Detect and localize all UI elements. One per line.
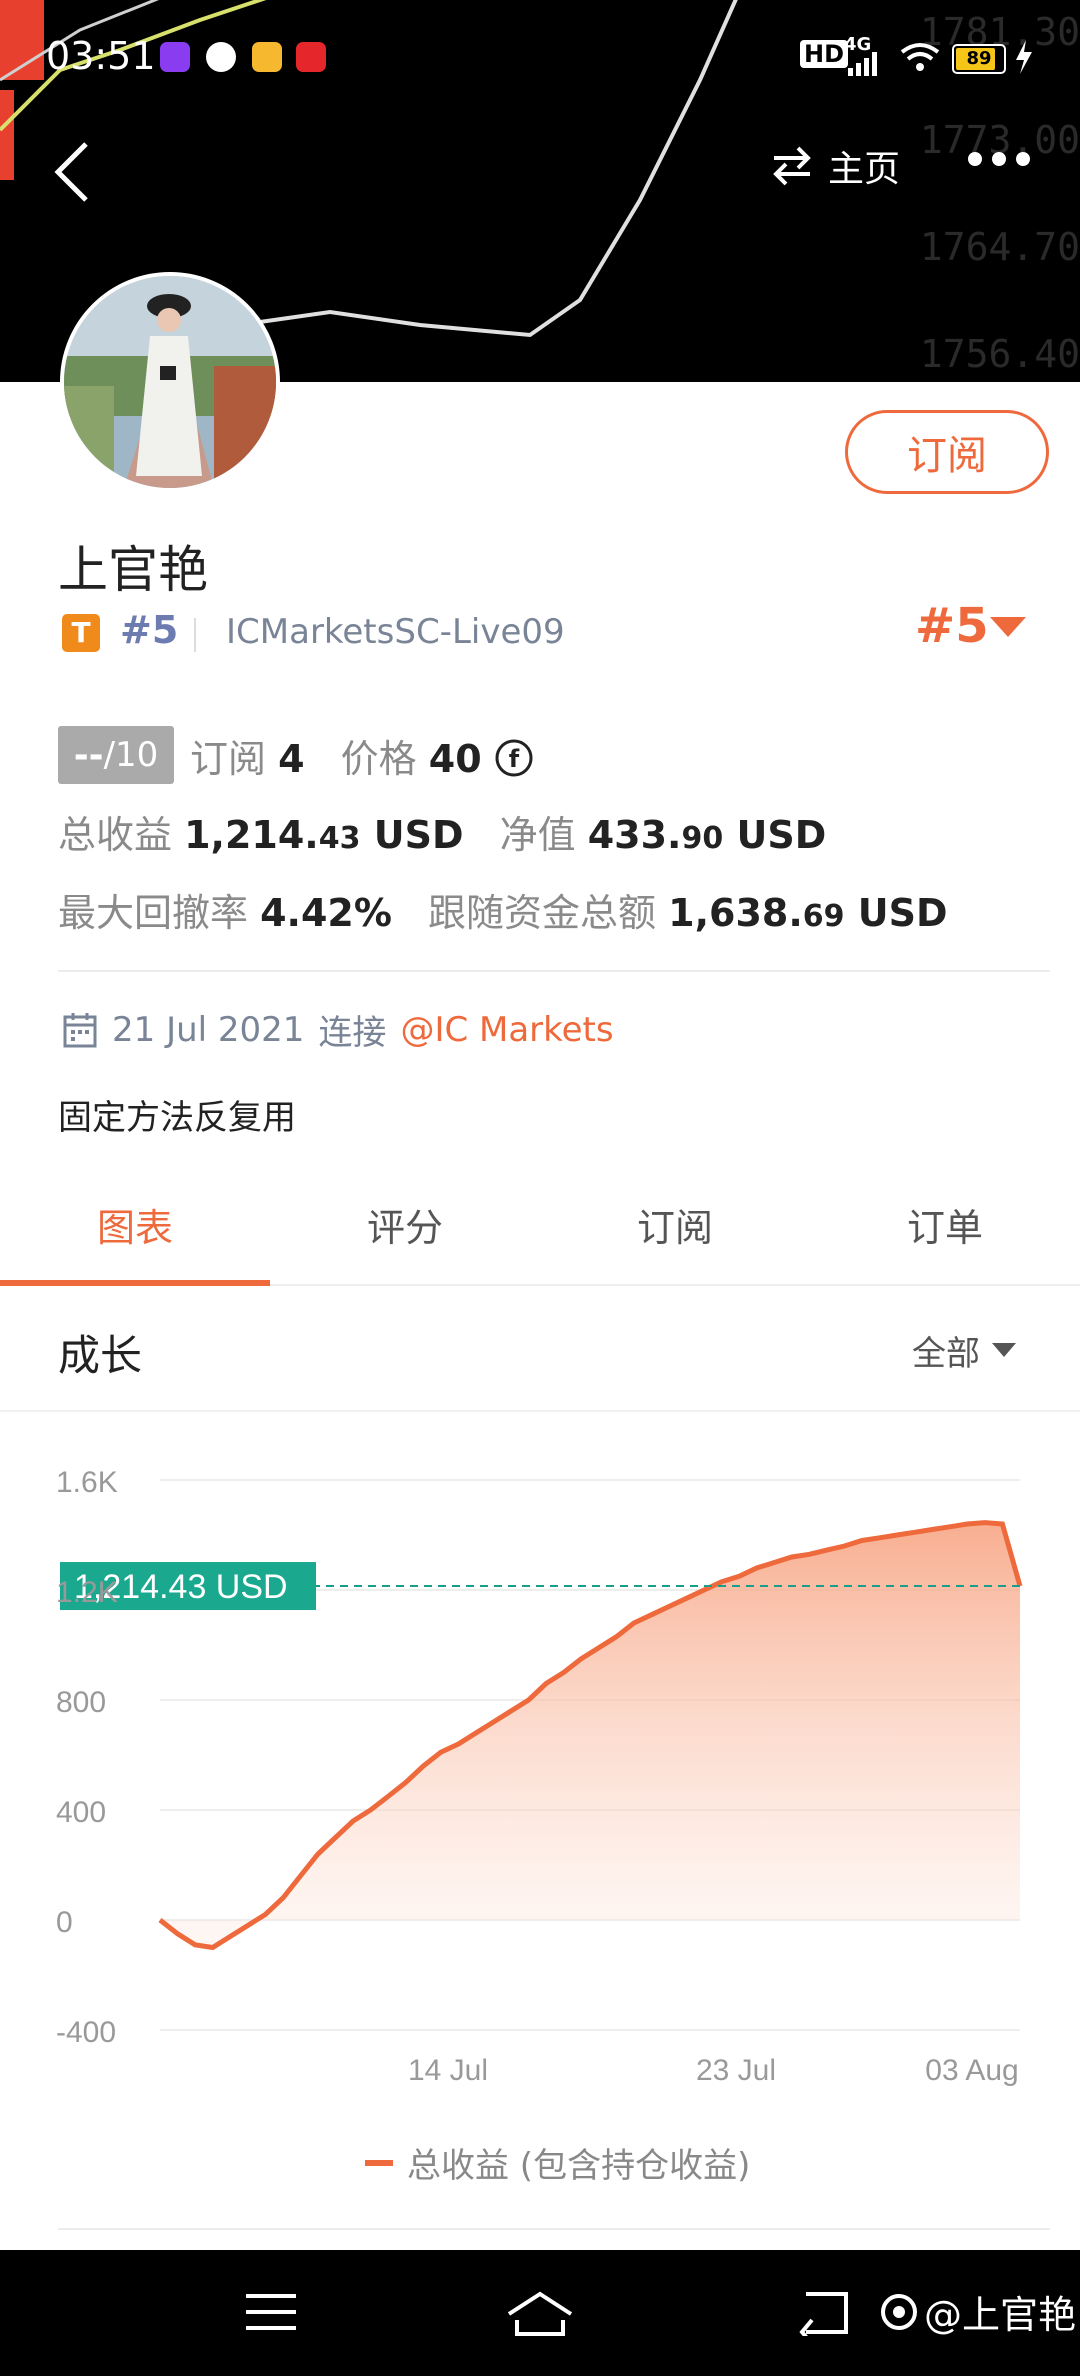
divider [194,618,196,652]
battery-icon: 89 [952,44,1006,74]
price-label: 价格 [340,737,417,781]
chart-legend: 总收益 (包含持仓收益) [365,2138,750,2187]
y-tick-label: 800 [56,1686,106,1719]
drawdown-row: 最大回撤率 4.42% 跟随资金总额 1,638.69 USD [58,882,948,937]
charging-icon [1016,40,1032,74]
equity-value: 433.90 USD [587,813,827,857]
y-tick-label: 0 [56,1906,73,1939]
podcast-icon [160,42,190,72]
mail-icon [252,42,282,72]
y-tick-label: -400 [56,2016,116,2049]
y-tick-label: 1.6K [56,1466,118,1499]
rank-dropdown[interactable]: #5 [915,598,989,654]
growth-title: 成长 [58,1331,143,1380]
x-tick-label: 03 Aug [925,2054,1018,2087]
max-drawdown-label: 最大回撤率 [58,891,249,935]
home-button[interactable]: 主页 [770,140,900,192]
subscribe-count-label: 订阅 [190,737,267,781]
trader-name: 上官艳 [58,541,208,599]
subscribe-button[interactable]: 订阅 [845,410,1049,494]
watermark-text: @上官艳 [924,2293,1077,2337]
header-price-label: 1764.70 [919,225,1080,269]
x-tick-label: 14 Jul [408,2054,488,2087]
growth-chart: 1,214.43 USD 1.6K1.2K8004000-400 14 Jul 2… [56,1466,1023,2087]
menu-icon[interactable] [246,2290,296,2334]
account-server: ICMarketsSC-Live09 [226,612,565,652]
equity-label: 净值 [499,813,576,857]
chat-icon [206,42,236,72]
avatar[interactable] [60,272,280,492]
tab-chart[interactable]: 图表 [0,1180,270,1286]
tab-rating[interactable]: 评分 [270,1180,540,1284]
weibo-logo-icon [881,2293,917,2330]
follow-funds-label: 跟随资金总额 [428,891,657,935]
range-label: 全部 [912,1334,980,1374]
price-value: 40 [428,737,482,781]
subscribe-price-row: 订阅 4 价格 40 f [190,728,534,783]
back-nav-icon[interactable] [798,2290,850,2336]
total-profit-label: 总收益 [58,813,173,857]
trader-type-badge: T [62,614,100,652]
caret-down-icon [992,1342,1016,1357]
tab-orders[interactable]: 订单 [810,1180,1080,1284]
calendar-icon [63,1012,97,1047]
more-options-icon[interactable] [968,152,1030,166]
svg-text:f: f [509,745,520,773]
caret-down-icon[interactable] [990,617,1026,639]
hd-icon: HD [800,40,849,68]
coin-icon: f [495,739,533,777]
candle-2 [0,90,14,180]
weibo-icon [296,42,326,72]
profit-row: 总收益 1,214.43 USD 净值 433.90 USD [58,804,826,859]
subscribe-count: 4 [278,737,305,781]
connection-date: 21 Jul 2021 [112,1009,305,1050]
avatar-photo [64,276,276,488]
legend-swatch [365,2159,393,2166]
divider [0,1410,1080,1412]
battery-level: 89 [966,48,992,69]
connection-label: 连接 [318,1013,387,1053]
tab-subscription[interactable]: 订阅 [540,1180,810,1284]
y-tick-label: 400 [56,1796,106,1829]
switch-icon [773,146,811,186]
header-price-label: 1756.40 [919,332,1080,376]
connection-info: 21 Jul 2021 连接 @IC Markets [62,1005,614,1054]
y-tick-label: 1.2K [56,1576,118,1609]
home-label: 主页 [828,149,901,190]
legend-label: 总收益 (包含持仓收益) [407,2146,751,2186]
strategy-description: 固定方法反复用 [58,1098,296,1138]
tab-bar: 图表 评分 订阅 订单 [0,1180,1080,1286]
system-nav-bar: @上官艳 [0,2250,1080,2376]
score-value: -- [73,734,104,776]
x-tick-label: 23 Jul [696,2054,776,2087]
rank-label: #5 [120,608,179,652]
status-bar: 03:51 HD 4G 89 [0,30,1080,90]
watermark: @上官艳 [880,2284,1076,2339]
score-max: /10 [103,735,159,775]
divider [58,2228,1050,2230]
divider [58,970,1050,972]
total-profit-value: 1,214.43 USD [184,813,464,857]
status-time: 03:51 [46,34,156,78]
max-drawdown-value: 4.42% [260,891,392,935]
broker-link[interactable]: @IC Markets [400,1010,613,1050]
wifi-icon [900,43,940,71]
range-dropdown[interactable]: 全部 [912,1326,1016,1375]
signal-icon [848,52,877,76]
home-nav-icon[interactable] [505,2290,575,2340]
follow-funds-value: 1,638.69 USD [668,891,948,935]
back-arrow-icon[interactable] [52,140,92,204]
score-badge: -- /10 [58,726,174,784]
